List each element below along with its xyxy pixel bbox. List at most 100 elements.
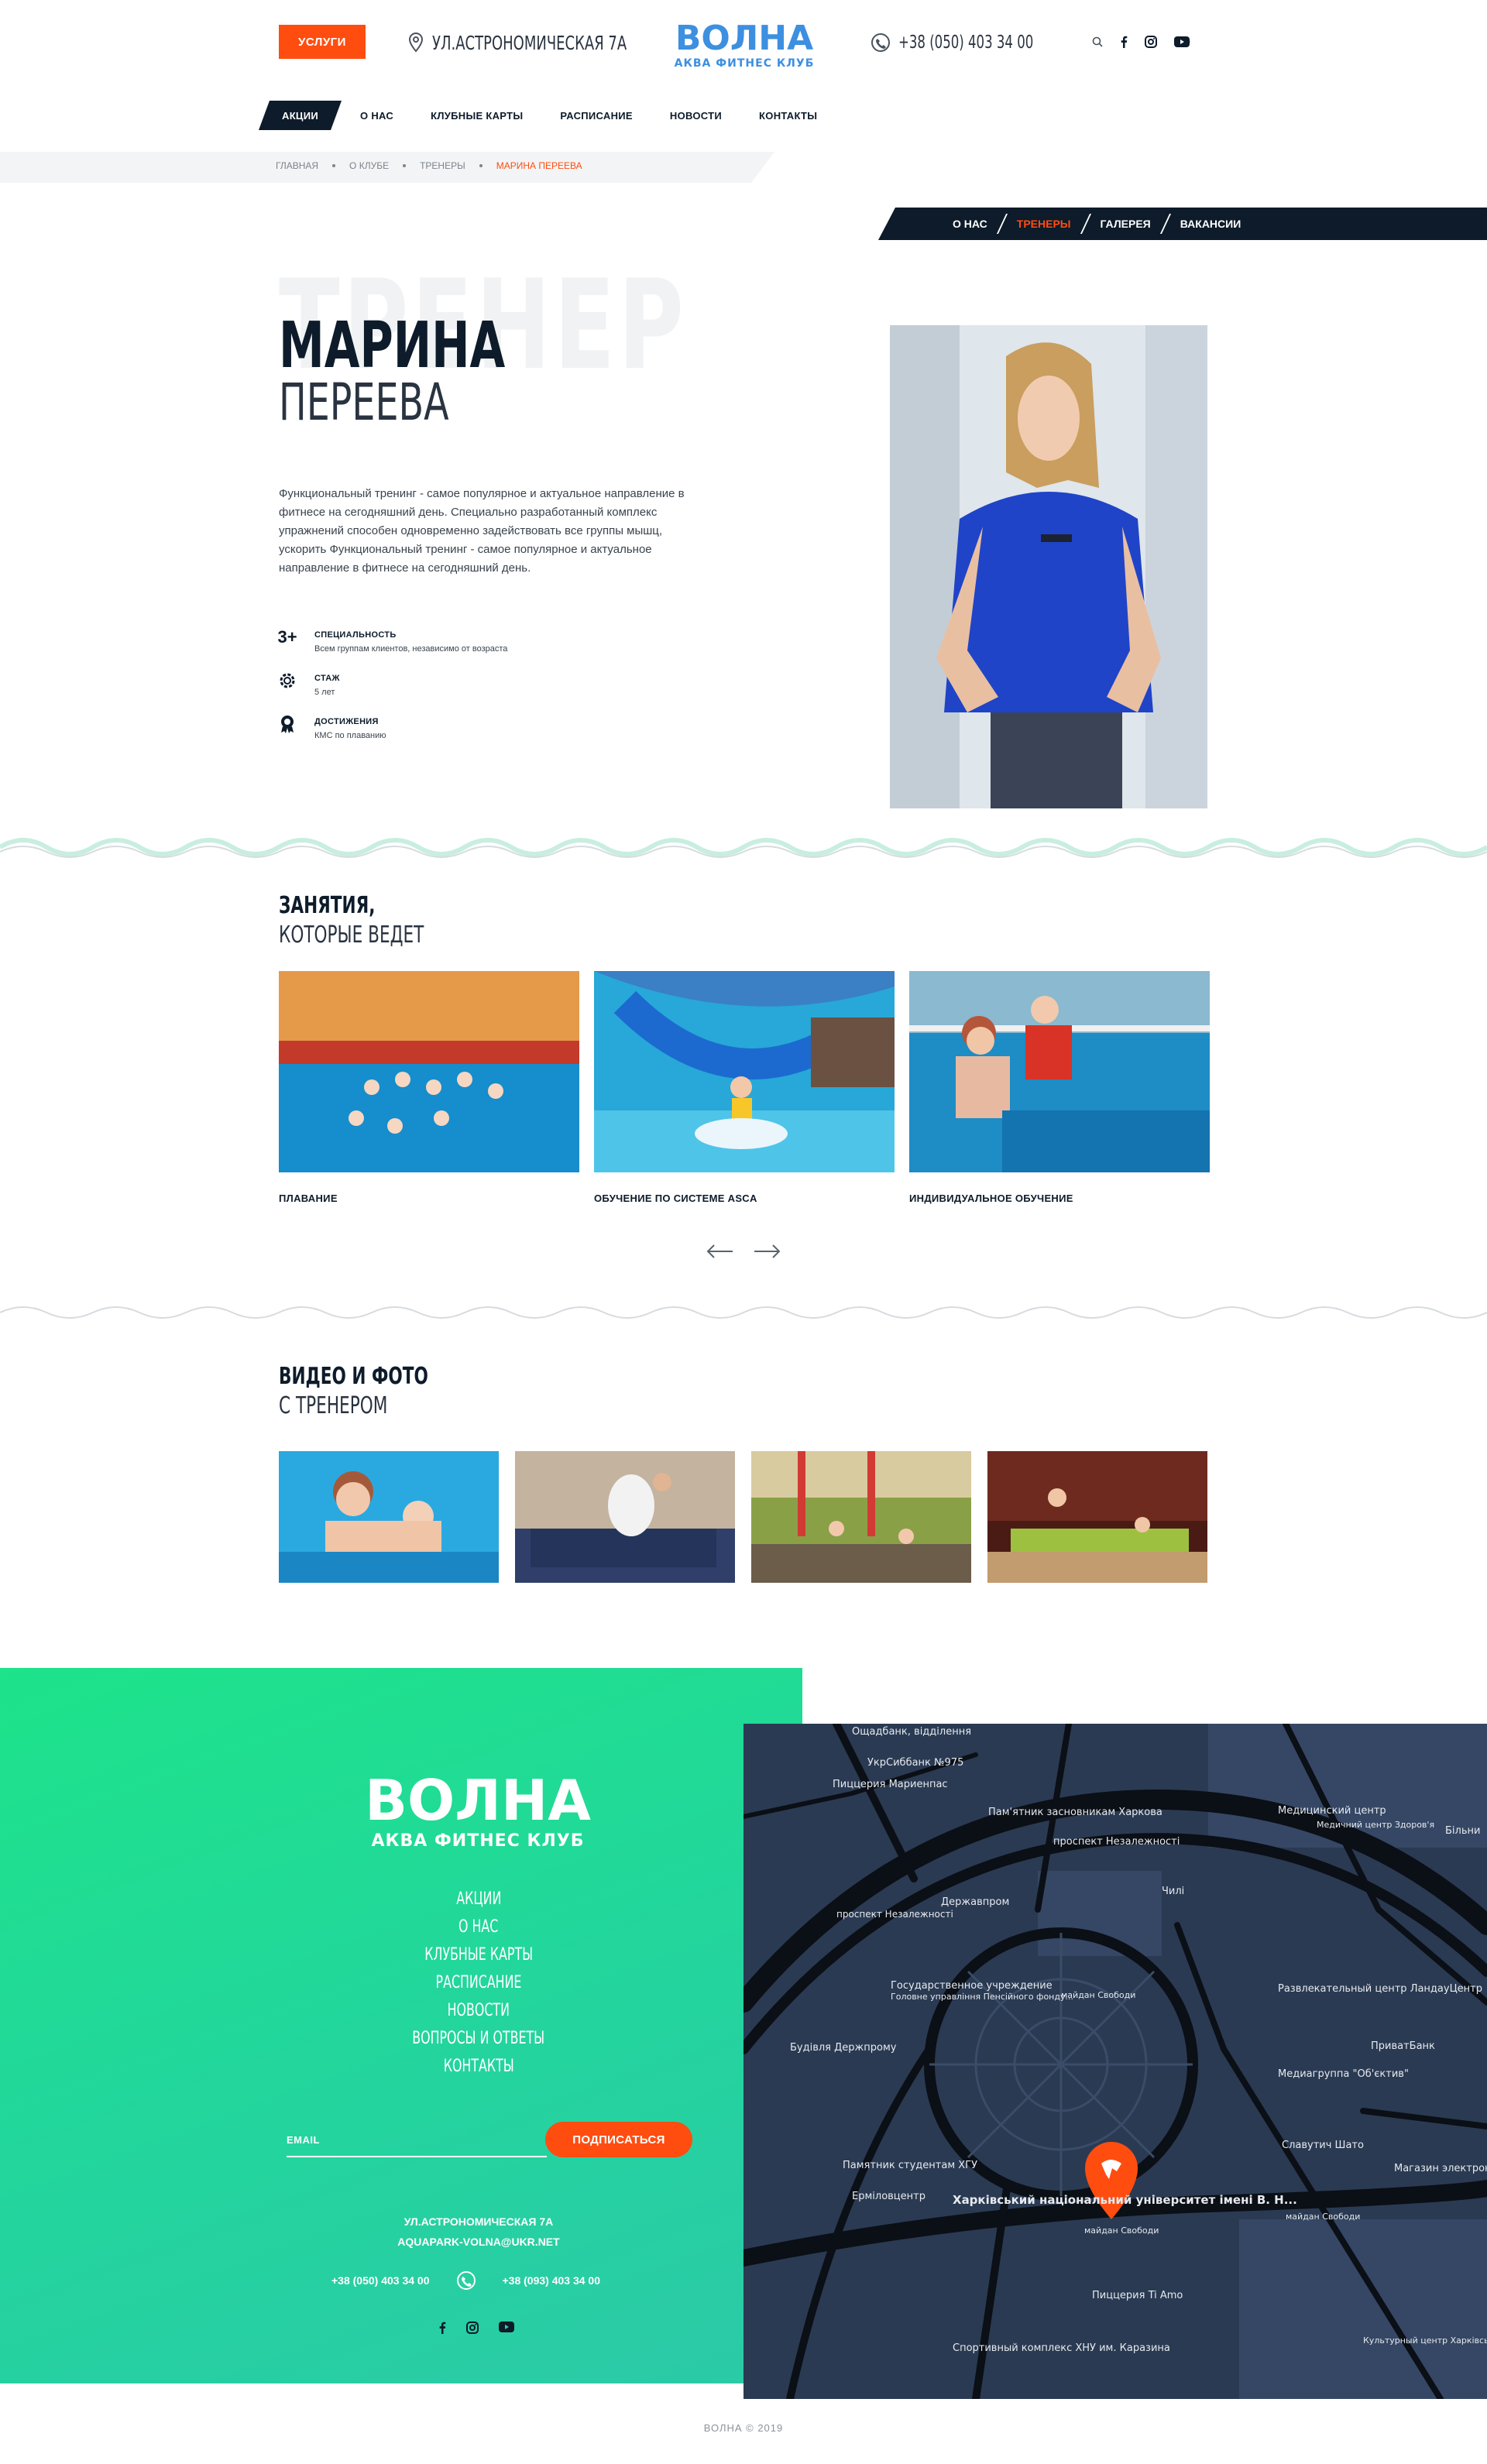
phone-text: +38 (050) 403 34 00	[898, 33, 1034, 53]
class-label[interactable]: ИНДИВИДУАЛЬНОЕ ОБУЧЕНИЕ	[909, 1193, 1073, 1204]
media-card[interactable]	[987, 1451, 1207, 1583]
arrow-left-icon[interactable]	[706, 1244, 733, 1259]
footer-link-about[interactable]: О НАС	[0, 1913, 957, 1941]
footer-link-news[interactable]: НОВОСТИ	[0, 1996, 957, 2024]
address-text: УЛ.АСТРОНОМИЧЕСКАЯ 7А	[432, 31, 627, 54]
fact-experience: СТАЖ 5 лет	[276, 669, 507, 697]
breadcrumb: ГЛАВНАЯ О КЛУБЕ ТРЕНЕРЫ МАРИНА ПЕРЕЕВА	[276, 160, 582, 171]
footer-logo-main: ВОЛНА	[365, 1773, 591, 1833]
footer-link-contacts[interactable]: КОНТАКТЫ	[0, 2052, 957, 2080]
footer-link-schedule[interactable]: РАСПИСАНИЕ	[0, 1968, 957, 1996]
map-label: Ерміловцентр	[852, 2191, 926, 2202]
wave-divider	[0, 838, 1487, 858]
map-label: Більни	[1445, 1825, 1480, 1837]
nav-item-news[interactable]: НОВОСТИ	[651, 101, 740, 130]
subnav-about[interactable]: О НАС	[939, 218, 1001, 230]
map-label: Спортивный комплекс ХНУ им. Каразина	[953, 2342, 1170, 2354]
subscribe-button[interactable]: ПОДПИСАТЬСЯ	[545, 2122, 692, 2157]
map-label: майдан Свободи	[1061, 1990, 1135, 2000]
media-subtitle: С ТРЕНЕРОМ	[279, 1392, 388, 1419]
breadcrumb-separator	[403, 164, 407, 167]
wave-divider	[0, 1306, 1487, 1319]
class-card-asca[interactable]	[594, 971, 895, 1172]
trainer-first-name: МАРИНА	[279, 309, 506, 383]
nav-item-club-cards[interactable]: КЛУБНЫЕ КАРТЫ	[412, 101, 541, 130]
map-label: Харківський національний університет іме…	[953, 2193, 1297, 2207]
class-card-swimming[interactable]	[279, 971, 579, 1172]
nav-item-about[interactable]: О НАС	[342, 101, 412, 130]
nav-item-schedule[interactable]: РАСПИСАНИЕ	[541, 101, 651, 130]
slider-arrows	[706, 1244, 781, 1259]
breadcrumb-separator	[479, 164, 483, 167]
map-label: Медицинский центр	[1278, 1805, 1386, 1817]
footer-link-club-cards[interactable]: КЛУБНЫЕ КАРТЫ	[0, 1941, 957, 1968]
map-label: Культурный центр Харківський обласний па…	[1363, 2335, 1487, 2346]
fact-title: ДОСТИЖЕНИЯ	[314, 717, 379, 726]
breadcrumb-club[interactable]: О КЛУБЕ	[349, 160, 389, 171]
gear-icon	[276, 669, 299, 692]
footer-link-promotions[interactable]: АКЦИИ	[0, 1885, 957, 1913]
trainer-description: Функциональный тренинг - самое популярно…	[279, 487, 685, 575]
breadcrumb-trainers[interactable]: ТРЕНЕРЫ	[420, 160, 465, 171]
class-card-individual[interactable]	[909, 971, 1210, 1172]
footer-email[interactable]: AQUAPARK-VOLNA@UKR.NET	[0, 2232, 957, 2252]
map-label: Славутич Шато	[1282, 2140, 1364, 2151]
youtube-icon[interactable]	[1174, 36, 1190, 47]
email-input[interactable]	[287, 2123, 547, 2156]
map-label: майдан Свободи	[1084, 2225, 1159, 2236]
subnav-trainers[interactable]: ТРЕНЕРЫ	[1003, 218, 1085, 230]
services-button[interactable]: УСЛУГИ	[279, 25, 366, 59]
class-label[interactable]: ОБУЧЕНИЕ ПО СИСТЕМЕ ASCA	[594, 1193, 757, 1204]
map-label: Чилі	[1162, 1886, 1184, 1897]
map-label: Ощадбанк, відділення	[852, 1726, 971, 1738]
breadcrumb-home[interactable]: ГЛАВНАЯ	[276, 160, 318, 171]
fact-specialty: 3+ СПЕЦИАЛЬНОСТЬ Всем группам клиентов, н…	[276, 626, 507, 654]
trainer-last-name: ПЕРЕЕВА	[279, 372, 449, 432]
footer-logo-sub: АКВА ФИТНЕС КЛУБ	[372, 1831, 585, 1851]
footer-link-faq[interactable]: ВОПРОСЫ И ОТВЕТЫ	[0, 2024, 957, 2052]
footer-phone-1[interactable]: +38 (050) 403 34 00	[331, 2274, 430, 2287]
breadcrumb-separator	[332, 164, 336, 167]
class-label[interactable]: ПЛАВАНИЕ	[279, 1193, 338, 1204]
map-label: УкрСиббанк №975	[867, 1757, 963, 1769]
fact-value: КМС по плаванию	[314, 731, 386, 740]
fact-title: СТАЖ	[314, 674, 340, 683]
footer-phone-2[interactable]: +38 (093) 403 34 00	[503, 2274, 601, 2287]
instagram-icon[interactable]	[1145, 36, 1157, 48]
main-nav: АКЦИИ О НАС КЛУБНЫЕ КАРТЫ РАСПИСАНИЕ НОВ…	[259, 101, 836, 130]
nav-item-promotions[interactable]: АКЦИИ	[259, 101, 342, 130]
fact-title: СПЕЦИАЛЬНОСТЬ	[314, 630, 397, 640]
youtube-icon[interactable]	[499, 2322, 514, 2332]
map-label: Развлекательный центр ЛандауЦентр	[1278, 1983, 1482, 1995]
footer-address: УЛ.АСТРОНОМИЧЕСКАЯ 7А	[404, 2215, 554, 2228]
whatsapp-icon[interactable]	[456, 2270, 476, 2291]
media-card[interactable]	[515, 1451, 735, 1583]
footer-menu: АКЦИИ О НАС КЛУБНЫЕ КАРТЫ РАСПИСАНИЕ НОВ…	[0, 1885, 957, 2080]
header-address[interactable]: УЛ.АСТРОНОМИЧЕСКАЯ 7А	[407, 31, 702, 54]
map-label: ПриватБанк	[1371, 2040, 1435, 2052]
header-icons	[1092, 36, 1190, 48]
media-title: ВИДЕО И ФОТО	[279, 1363, 428, 1390]
map-label: проспект Незалежності	[1053, 1836, 1180, 1848]
fact-value: Всем группам клиентов, независимо от воз…	[314, 644, 508, 654]
facebook-icon[interactable]	[438, 2322, 446, 2334]
experience-plus-icon: 3+	[277, 627, 297, 647]
map-label: Медичний центр Здоров'я	[1317, 1820, 1434, 1830]
search-icon[interactable]	[1092, 36, 1103, 47]
media-card[interactable]	[279, 1451, 499, 1583]
media-card[interactable]	[751, 1451, 971, 1583]
classes-subtitle: КОТОРЫЕ ВЕДЕТ	[279, 921, 424, 949]
map-pin-icon	[408, 33, 424, 53]
arrow-right-icon[interactable]	[754, 1244, 781, 1259]
footer-logo[interactable]: ВОЛНА АКВА ФИТНЕС КЛУБ	[352, 1768, 604, 1851]
map-label: Медиагруппа "Об'єктив"	[1278, 2068, 1409, 2080]
map-label: Пиццерия Ti Amo	[1092, 2290, 1183, 2301]
subnav-vacancies[interactable]: ВАКАНСИИ	[1166, 218, 1255, 230]
facebook-icon[interactable]	[1120, 36, 1128, 48]
classes-title: ЗАНЯТИЯ,	[279, 892, 376, 919]
logo[interactable]: ВОЛНА АКВА ФИТНЕС КЛУБ	[669, 19, 819, 70]
instagram-icon[interactable]	[466, 2322, 479, 2334]
section-subnav: О НАС ТРЕНЕРЫ ГАЛЕРЕЯ ВАКАНСИИ	[878, 208, 1487, 240]
nav-item-contacts[interactable]: КОНТАКТЫ	[740, 101, 836, 130]
subnav-gallery[interactable]: ГАЛЕРЕЯ	[1087, 218, 1165, 230]
